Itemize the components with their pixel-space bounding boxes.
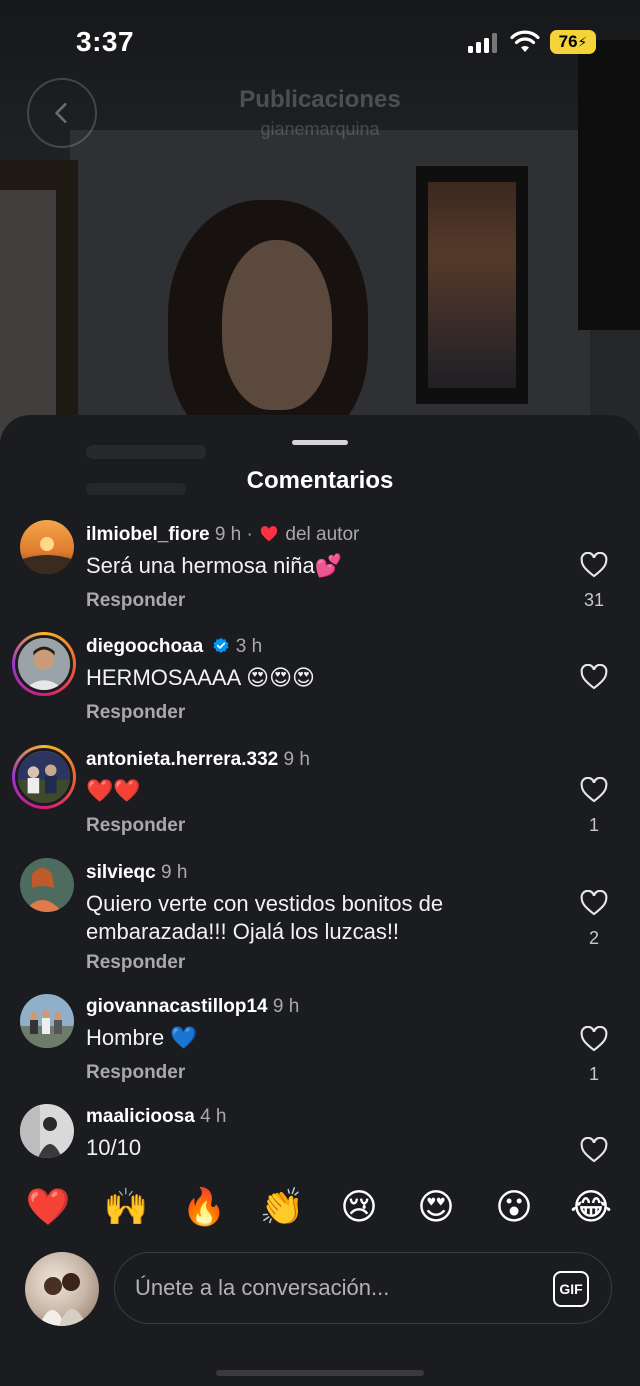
reaction-tears-of-joy[interactable]: 😂	[561, 1184, 621, 1232]
comment-age: 3 h	[235, 636, 263, 657]
comment-meta: silvieqc 9 h	[86, 862, 187, 884]
reaction-crying-face[interactable]: 😢	[329, 1184, 389, 1232]
charging-bolt-icon: ⚡	[577, 33, 588, 50]
heart-outline-icon[interactable]	[580, 552, 608, 578]
reaction-red-heart[interactable]: ❤️	[18, 1184, 78, 1232]
heart-filled-icon	[261, 526, 278, 542]
verified-badge-icon	[213, 637, 229, 654]
avatar[interactable]	[20, 858, 74, 912]
reply-button[interactable]: Responder	[86, 952, 185, 974]
comment-age: 4 h	[200, 1106, 227, 1127]
sheet-title: Comentarios	[246, 467, 394, 494]
reaction-clapping-hands[interactable]: 👏	[252, 1184, 312, 1232]
battery-level: 76	[558, 32, 578, 51]
comment-username[interactable]: silvieqc	[86, 862, 156, 883]
heart-outline-icon[interactable]	[580, 664, 608, 690]
reaction-raising-hands[interactable]: 🙌	[96, 1184, 156, 1232]
quick-reactions-bar: ❤️ 🙌 🔥 👏 😢 😍 😮 😂	[0, 1172, 640, 1248]
avatar[interactable]	[20, 994, 74, 1048]
battery-indicator: 76 ⚡	[550, 30, 596, 54]
heart-outline-icon[interactable]	[580, 1026, 608, 1052]
comment-text: ❤️❤️	[86, 778, 141, 803]
reaction-surprised-face[interactable]: 😮	[484, 1184, 544, 1232]
comment-item: maalicioosa 4 h 10/10	[0, 1104, 640, 1172]
chevron-left-icon	[55, 103, 67, 123]
comment-username[interactable]: ilmiobel_fiore	[86, 524, 210, 545]
post-username: gianemarquina	[260, 119, 380, 139]
comment-text: Hombre 💙	[86, 1025, 198, 1050]
gif-button[interactable]: GIF	[553, 1271, 589, 1307]
reply-button[interactable]: Responder	[86, 815, 185, 837]
sheet-drag-handle[interactable]	[292, 440, 348, 445]
comment-username[interactable]: maalicioosa	[86, 1106, 195, 1127]
heart-outline-icon[interactable]	[580, 1137, 608, 1163]
current-user-avatar	[25, 1252, 99, 1326]
comment-text: Será una hermosa niña💕	[86, 553, 343, 578]
comment-meta: antonieta.herrera.332 9 h	[86, 749, 310, 771]
avatar-story-ring[interactable]	[12, 745, 76, 809]
comment-username[interactable]: giovannacastillop14	[86, 996, 268, 1017]
comment-composer: Únete a la conversación... GIF	[0, 1248, 640, 1386]
comment-text: Quiero verte con vestidos bonitos de emb…	[86, 891, 444, 944]
comment-username[interactable]: antonieta.herrera.332	[86, 749, 278, 770]
comment-text: HERMOSAAAA 😍😍😍	[86, 665, 315, 690]
heart-outline-icon[interactable]	[580, 890, 608, 916]
comment-text: 10/10	[86, 1135, 142, 1160]
back-button[interactable]	[27, 78, 97, 148]
wifi-icon	[510, 30, 540, 52]
like-count: 1	[588, 815, 599, 835]
like-count: 2	[588, 928, 599, 948]
like-count: 31	[583, 590, 605, 610]
reaction-fire[interactable]: 🔥	[174, 1184, 234, 1232]
like-count: 1	[588, 1064, 599, 1084]
comment-age: 9 h	[272, 996, 300, 1017]
status-bar: 3:37 76 ⚡	[0, 0, 640, 84]
comment-meta: ilmiobel_fiore 9 h · del autor	[86, 524, 359, 546]
heart-outline-icon[interactable]	[580, 777, 608, 803]
comment-input-placeholder: Únete a la conversación...	[135, 1275, 390, 1300]
avatar[interactable]	[20, 1104, 74, 1158]
avatar[interactable]	[20, 520, 74, 574]
liked-by-author-label: del autor	[285, 524, 360, 545]
comment-age: 9 h	[214, 524, 242, 545]
comment-meta: diegoochoaa 3 h	[86, 636, 262, 658]
comment-meta: maalicioosa 4 h	[86, 1106, 226, 1128]
comment-age: 9 h	[161, 862, 188, 883]
cellular-signal-icon	[468, 33, 497, 53]
home-indicator	[216, 1370, 424, 1376]
comment-separator: ·	[246, 524, 253, 545]
comment-age: 9 h	[283, 749, 310, 770]
reaction-heart-eyes[interactable]: 😍	[406, 1184, 466, 1232]
avatar-story-ring[interactable]	[12, 632, 76, 696]
reply-button[interactable]: Responder	[86, 702, 185, 724]
reply-button[interactable]: Responder	[86, 590, 185, 612]
comment-username[interactable]: diegoochoaa	[86, 636, 203, 657]
status-time: 3:37	[76, 26, 135, 57]
reply-button[interactable]: Responder	[86, 1062, 185, 1084]
comment-meta: giovannacastillop14 9 h	[86, 996, 299, 1018]
comment-input[interactable]: Únete a la conversación... GIF	[114, 1252, 612, 1324]
